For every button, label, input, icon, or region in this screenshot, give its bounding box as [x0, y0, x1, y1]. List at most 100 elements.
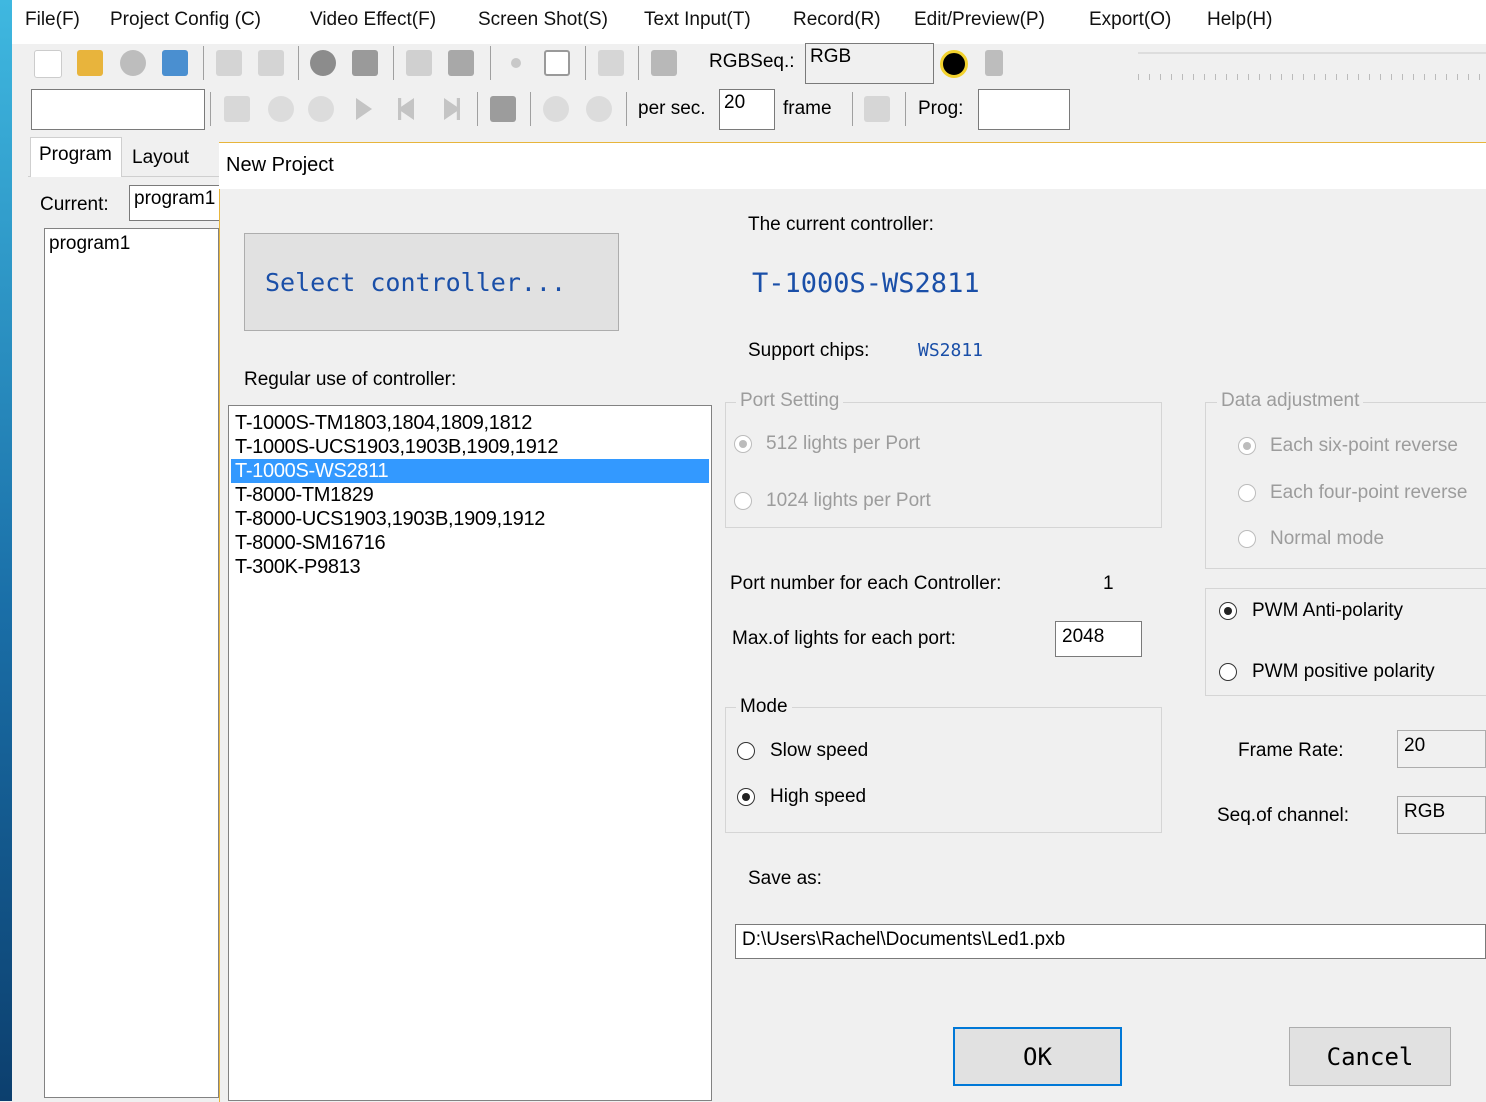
timeline-ruler [1138, 74, 1486, 80]
new-file-icon[interactable] [34, 50, 62, 78]
list-icon[interactable] [216, 50, 242, 76]
save-image-icon[interactable] [162, 50, 188, 76]
current-label: Current: [40, 194, 109, 215]
toolbar-separator [638, 46, 639, 80]
port-512-label: 512 lights per Port [766, 433, 921, 454]
list-item[interactable]: program1 [45, 229, 218, 259]
zoom-out-icon[interactable] [586, 96, 612, 122]
image-icon[interactable] [448, 50, 474, 76]
controller-list-item[interactable]: T-8000-UCS1903,1903B,1909,1912 [229, 507, 711, 531]
toolbar-separator [490, 46, 491, 80]
settings-gear-icon[interactable] [120, 50, 146, 76]
record-frame-icon[interactable] [490, 96, 516, 122]
save-as-label: Save as: [748, 868, 822, 889]
stop-icon[interactable] [268, 96, 294, 122]
prog-label: Prog: [918, 98, 964, 119]
port-number-label: Port number for each Controller: [730, 573, 1002, 594]
controller-list-item[interactable]: T-300K-P9813 [229, 555, 711, 579]
data-adjustment-title: Data adjustment [1217, 390, 1364, 412]
controller-list-item[interactable]: T-1000S-UCS1903,1903B,1909,1912 [229, 435, 711, 459]
support-chips-label: Support chips: [748, 340, 870, 361]
tab-layout[interactable]: Layout [124, 141, 197, 181]
frame-rate-input[interactable]: 20 [1397, 730, 1486, 768]
cancel-button[interactable]: Cancel [1289, 1027, 1451, 1086]
rgbseq-label: RGBSeq.: [709, 51, 795, 72]
pwm-anti-polarity-radio[interactable] [1219, 602, 1237, 620]
four-point-reverse-label: Each four-point reverse [1270, 482, 1468, 503]
current-program-select[interactable]: program1 [129, 185, 221, 221]
toolbar-separator [905, 92, 906, 126]
rgbseq-select[interactable]: RGB [805, 43, 934, 84]
select-controller-button[interactable]: Select controller... [244, 233, 619, 331]
brush-icon[interactable] [985, 50, 1003, 76]
six-point-reverse-radio[interactable] [1238, 437, 1256, 455]
normal-mode-label: Normal mode [1270, 528, 1385, 549]
desktop-background [0, 0, 12, 1101]
mode-group [725, 707, 1162, 833]
dot-icon[interactable] [511, 58, 521, 68]
port-1024-label: 1024 lights per Port [766, 490, 931, 511]
current-controller-label: The current controller: [748, 214, 934, 235]
high-speed-label: High speed [770, 786, 867, 807]
save-as-path-input[interactable]: D:\Users\Rachel\Documents\Led1.pxb [735, 924, 1486, 959]
zoom-in-icon[interactable] [543, 96, 569, 122]
seq-channel-label: Seq.of channel: [1217, 805, 1350, 826]
menu-record[interactable]: Record(R) [793, 9, 881, 31]
controller-list-item[interactable]: T-8000-TM1829 [229, 483, 711, 507]
max-lights-label: Max.of lights for each port: [732, 628, 956, 649]
mode-title: Mode [736, 696, 792, 718]
controller-list: T-1000S-TM1803,1804,1809,1812 T-1000S-UC… [228, 405, 712, 1101]
controller-list-item[interactable]: T-1000S-TM1803,1804,1809,1812 [229, 411, 711, 435]
seq-channel-select[interactable]: RGB [1397, 796, 1486, 834]
toolbar-separator [298, 46, 299, 80]
six-point-reverse-label: Each six-point reverse [1270, 435, 1458, 456]
menu-help[interactable]: Help(H) [1207, 9, 1272, 31]
support-chips-value: WS2811 [918, 340, 984, 361]
program-name-input[interactable] [31, 89, 205, 130]
pwm-anti-polarity-label: PWM Anti-polarity [1252, 600, 1403, 621]
slow-speed-label: Slow speed [770, 740, 869, 761]
photo-icon[interactable] [406, 50, 432, 76]
toolbar-separator [210, 92, 211, 126]
menu-text-input[interactable]: Text Input(T) [644, 9, 751, 31]
copy-icon[interactable] [258, 50, 284, 76]
pause-icon[interactable] [308, 96, 334, 122]
slow-speed-radio[interactable] [737, 742, 755, 760]
max-lights-input[interactable]: 2048 [1055, 621, 1142, 657]
layers-icon[interactable] [598, 50, 624, 76]
effect-icon[interactable] [310, 50, 336, 76]
menu-edit-preview[interactable]: Edit/Preview(P) [914, 9, 1045, 31]
menu-file[interactable]: File(F) [25, 9, 80, 31]
preview-icon[interactable] [224, 96, 250, 122]
menu-screen-shot[interactable]: Screen Shot(S) [478, 9, 608, 31]
color-wheel-icon[interactable] [940, 50, 968, 78]
high-speed-radio[interactable] [737, 788, 755, 806]
pwm-positive-polarity-radio[interactable] [1219, 663, 1237, 681]
frame-rate-label: Frame Rate: [1238, 740, 1344, 761]
four-point-reverse-radio[interactable] [1238, 484, 1256, 502]
menu-video-effect[interactable]: Video Effect(F) [310, 9, 436, 31]
toolbar-separator [393, 46, 394, 80]
port-512-radio[interactable] [734, 435, 752, 453]
normal-mode-radio[interactable] [1238, 530, 1256, 548]
ok-button[interactable]: OK [953, 1027, 1122, 1086]
dimension-icon[interactable] [864, 96, 890, 122]
play-icon[interactable] [356, 98, 372, 120]
port-1024-radio[interactable] [734, 492, 752, 510]
controller-list-item-selected[interactable]: T-1000S-WS2811 [231, 459, 709, 483]
timeline-track[interactable] [1138, 52, 1486, 54]
tab-program[interactable]: Program [30, 137, 122, 177]
toolbar-separator [852, 92, 853, 126]
per-sec-input[interactable]: 20 [719, 89, 775, 130]
toolbar-separator [626, 92, 627, 126]
controller-list-item[interactable]: T-8000-SM16716 [229, 531, 711, 555]
menu-export[interactable]: Export(O) [1089, 9, 1171, 31]
prog-input[interactable] [978, 89, 1070, 130]
menu-project-config[interactable]: Project Config (C) [110, 9, 261, 31]
current-controller-value: T-1000S-WS2811 [752, 268, 980, 299]
edit-icon[interactable] [651, 50, 677, 76]
frame-icon[interactable] [352, 50, 378, 76]
open-folder-icon[interactable] [77, 50, 103, 76]
rectangle-icon[interactable] [544, 50, 570, 76]
dialog-title: New Project [226, 154, 334, 176]
